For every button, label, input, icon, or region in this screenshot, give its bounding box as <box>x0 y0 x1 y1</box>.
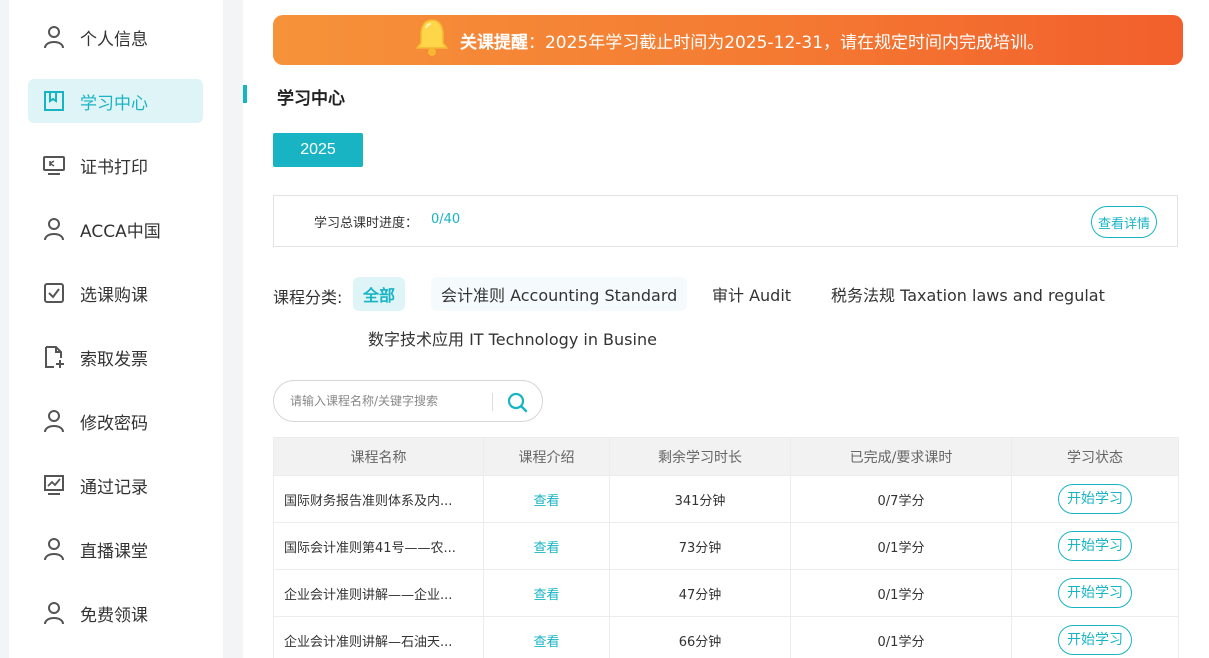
search-input[interactable] <box>290 391 480 411</box>
view-intro-link[interactable]: 查看 <box>533 635 559 650</box>
section-marker <box>243 85 247 103</box>
sidebar-item-label: 通过记录 <box>80 477 148 498</box>
notice-title: 关课提醒 <box>459 32 528 53</box>
sidebar-item-personal-info[interactable]: 个人信息 <box>28 15 203 59</box>
sidebar-item-request-invoice[interactable]: 索取发票 <box>28 335 203 379</box>
view-intro-link[interactable]: 查看 <box>533 494 559 509</box>
sidebar-item-label: 证书打印 <box>80 157 148 178</box>
table-row: 国际会计准则第41号——农... 查看 73分钟 0/1学分 开始学习 <box>273 522 1179 570</box>
monitor-icon <box>42 153 66 177</box>
sidebar-item-label: 索取发票 <box>80 349 148 370</box>
user-icon <box>42 409 66 433</box>
bookmark-icon <box>42 89 66 113</box>
progress-label: 学习总课时进度： <box>314 216 419 231</box>
view-details-button[interactable]: 查看详情 <box>1090 206 1157 238</box>
column-header: 课程名称 <box>273 437 484 476</box>
user-icon <box>42 217 66 241</box>
start-learning-button[interactable]: 开始学习 <box>1058 625 1132 655</box>
column-header: 学习状态 <box>1011 437 1179 476</box>
course-name: 国际财务报告准则体系及内... <box>273 475 484 523</box>
course-name: 国际会计准则第41号——农... <box>273 522 484 570</box>
category-label: 课程分类: <box>273 288 343 307</box>
search-divider <box>492 393 493 411</box>
remaining-time: 341分钟 <box>609 475 791 523</box>
category-it-technology[interactable]: 数字技术应用 IT Technology in Busine <box>358 321 667 355</box>
table-row: 企业会计准则讲解—石油天... 查看 66分钟 0/1学分 开始学习 <box>273 616 1179 658</box>
course-table: 课程名称 课程介绍 剩余学习时长 已完成/要求课时 学习状态 国际财务报告准则体… <box>273 437 1179 658</box>
view-intro-link[interactable]: 查看 <box>533 588 559 603</box>
remaining-time: 47分钟 <box>609 569 791 617</box>
credits: 0/1学分 <box>790 569 1012 617</box>
sidebar-item-label: 个人信息 <box>80 29 148 50</box>
sidebar-item-course-purchase[interactable]: 选课购课 <box>28 271 203 315</box>
course-name: 企业会计准则讲解——企业... <box>273 569 484 617</box>
sidebar-item-label: 免费领课 <box>80 605 148 626</box>
sidebar-item-label: 直播课堂 <box>80 541 148 562</box>
progress-value: 0/40 <box>431 212 461 227</box>
sidebar-item-live-classroom[interactable]: 直播课堂 <box>28 527 203 571</box>
category-taxation[interactable]: 税务法规 Taxation laws and regulat <box>821 277 1115 311</box>
sidebar-item-label: 学习中心 <box>80 93 148 114</box>
column-header: 课程介绍 <box>483 437 610 476</box>
search-icon[interactable] <box>506 391 528 413</box>
main-panel: 关课提醒 ：2025年学习截止时间为2025-12-31，请在规定时间内完成培训。… <box>243 0 1209 658</box>
category-accounting-standard[interactable]: 会计准则 Accounting Standard <box>431 277 688 311</box>
category-all[interactable]: 全部 <box>353 277 406 311</box>
user-icon <box>42 537 66 561</box>
sidebar-item-certificate-print[interactable]: 证书打印 <box>28 143 203 187</box>
start-learning-button[interactable]: 开始学习 <box>1058 578 1132 608</box>
user-icon <box>42 25 66 49</box>
credits: 0/1学分 <box>790 616 1012 658</box>
table-row: 国际财务报告准则体系及内... 查看 341分钟 0/7学分 开始学习 <box>273 475 1179 523</box>
sidebar-item-pass-records[interactable]: 通过记录 <box>28 463 203 507</box>
start-learning-button[interactable]: 开始学习 <box>1058 484 1132 514</box>
column-header: 已完成/要求课时 <box>790 437 1012 476</box>
view-intro-link[interactable]: 查看 <box>533 541 559 556</box>
chart-icon <box>42 473 66 497</box>
bell-icon <box>412 16 452 60</box>
remaining-time: 66分钟 <box>609 616 791 658</box>
year-tab-2025[interactable]: 2025 <box>273 133 363 167</box>
course-search <box>273 380 543 422</box>
course-name: 企业会计准则讲解—石油天... <box>273 616 484 658</box>
sidebar-item-label: 选课购课 <box>80 285 148 306</box>
sidebar-item-acca-china[interactable]: ACCA中国 <box>28 207 203 251</box>
table-header-row: 课程名称 课程介绍 剩余学习时长 已完成/要求课时 学习状态 <box>273 437 1179 476</box>
sidebar-item-free-course[interactable]: 免费领课 <box>28 591 203 635</box>
sidebar-item-change-password[interactable]: 修改密码 <box>28 399 203 443</box>
credits: 0/7学分 <box>790 475 1012 523</box>
sidebar-item-learning-center[interactable]: 学习中心 <box>28 79 203 123</box>
page-title: 学习中心 <box>277 89 345 109</box>
sidebar-item-label: ACCA中国 <box>80 221 161 242</box>
table-row: 企业会计准则讲解——企业... 查看 47分钟 0/1学分 开始学习 <box>273 569 1179 617</box>
notice-text: ：2025年学习截止时间为2025-12-31，请在规定时间内完成培训。 <box>527 32 1045 53</box>
start-learning-button[interactable]: 开始学习 <box>1058 531 1132 561</box>
checkbox-icon <box>42 281 66 305</box>
user-icon <box>42 601 66 625</box>
course-close-notice-banner: 关课提醒 ：2025年学习截止时间为2025-12-31，请在规定时间内完成培训。 <box>273 15 1183 65</box>
file-plus-icon <box>42 345 66 369</box>
column-header: 剩余学习时长 <box>609 437 791 476</box>
remaining-time: 73分钟 <box>609 522 791 570</box>
sidebar: 个人信息 学习中心 证书打印 ACCA中国 选课购课 索取发票 修改密码 通过记… <box>9 0 223 658</box>
credits: 0/1学分 <box>790 522 1012 570</box>
category-audit[interactable]: 审计 Audit <box>702 277 801 311</box>
sidebar-item-label: 修改密码 <box>80 413 148 434</box>
progress-box: 学习总课时进度： 0/40 查看详情 <box>273 195 1178 247</box>
